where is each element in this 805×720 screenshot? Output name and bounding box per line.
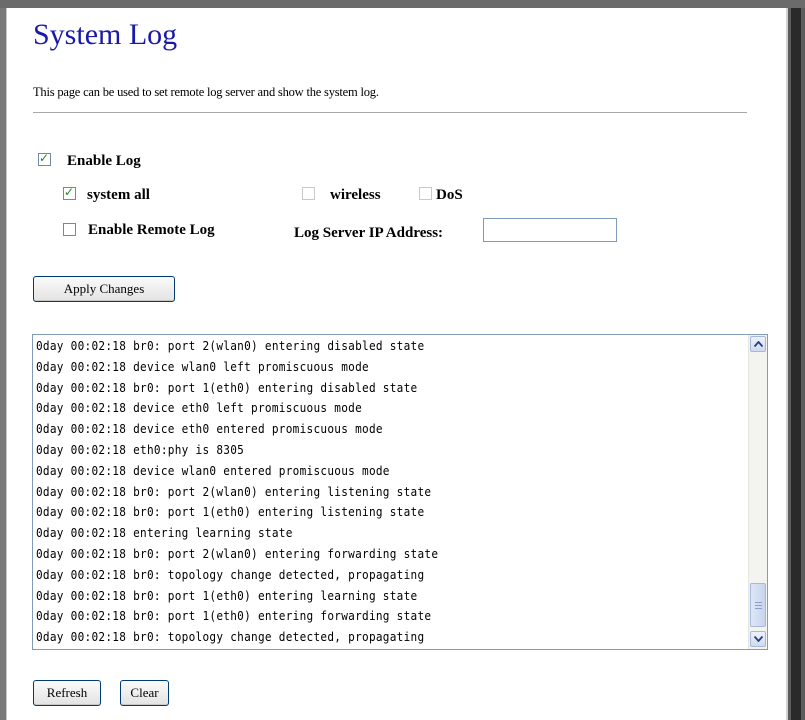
divider <box>33 112 747 113</box>
chevron-up-icon <box>754 341 763 347</box>
enable-remote-log-checkbox[interactable] <box>63 223 76 236</box>
window-left-border <box>0 8 7 720</box>
scroll-up-button[interactable] <box>750 336 766 352</box>
dos-checkbox[interactable] <box>419 187 432 200</box>
wireless-checkbox[interactable] <box>302 187 315 200</box>
scroll-thumb[interactable] <box>750 583 766 627</box>
enable-remote-log-label: Enable Remote Log <box>88 222 215 238</box>
page-description: This page can be used to set remote log … <box>33 85 379 99</box>
wireless-label: wireless <box>330 187 381 203</box>
log-vertical-scrollbar[interactable] <box>748 335 767 649</box>
enable-log-checkbox[interactable] <box>38 151 51 166</box>
scroll-down-button[interactable] <box>750 631 766 647</box>
grip-line <box>755 605 762 606</box>
system-all-label: system all <box>87 187 150 203</box>
grip-line <box>755 608 762 609</box>
window-right-border <box>786 8 805 720</box>
apply-changes-button[interactable]: Apply Changes <box>33 276 175 302</box>
page-title: System Log <box>33 18 178 51</box>
system-log-textarea[interactable]: 0day 00:02:18 br0: port 2(wlan0) enterin… <box>32 334 768 650</box>
window-top-bar <box>0 0 805 8</box>
refresh-button[interactable]: Refresh <box>33 680 101 706</box>
grip-line <box>755 602 762 603</box>
system-log-text: 0day 00:02:18 br0: port 2(wlan0) enterin… <box>36 338 439 645</box>
dos-label: DoS <box>436 187 463 203</box>
chevron-down-icon <box>754 636 763 642</box>
log-server-ip-label: Log Server IP Address: <box>294 225 444 241</box>
clear-button[interactable]: Clear <box>120 680 169 706</box>
log-server-ip-input[interactable] <box>483 218 617 242</box>
enable-log-label: Enable Log <box>67 153 141 169</box>
system-all-checkbox[interactable] <box>63 185 76 200</box>
